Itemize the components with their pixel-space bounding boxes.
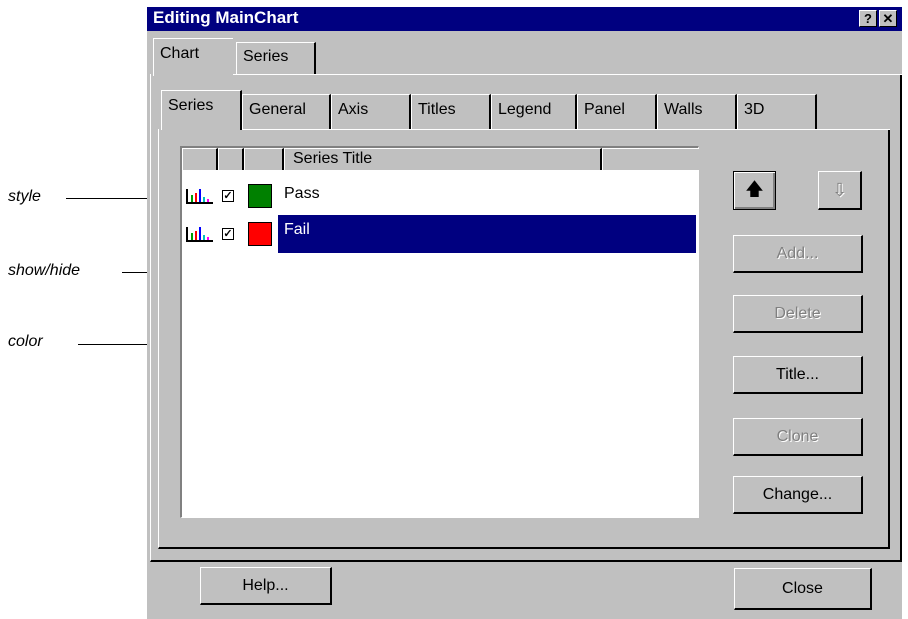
annotation-style: style [8, 188, 41, 205]
tab-series-outer[interactable]: Series [236, 42, 316, 74]
annotation-color: color [8, 333, 43, 350]
color-swatch[interactable] [248, 222, 272, 246]
title-bar: Editing MainChart ? ✕ [147, 7, 902, 31]
series-title: Fail [284, 221, 310, 238]
tab-chart[interactable]: Chart [153, 38, 233, 76]
tab-series[interactable]: Series [161, 90, 242, 130]
header-series-title[interactable]: Series Title [284, 148, 602, 170]
bar-chart-icon[interactable] [185, 225, 215, 243]
header-color [244, 148, 284, 170]
editing-dialog: Editing MainChart ? ✕ Chart Series Serie… [147, 7, 902, 619]
series-tab-panel-topline [242, 129, 890, 130]
tab-axis[interactable]: Axis [331, 94, 411, 130]
move-up-button[interactable]: 🡅 [733, 171, 776, 210]
close-icon[interactable]: ✕ [879, 10, 897, 27]
list-item[interactable]: ✓ Pass [182, 177, 699, 215]
move-down-button[interactable]: ⇩ [818, 171, 862, 210]
show-checkbox[interactable]: ✓ [222, 190, 234, 202]
header-visible [218, 148, 244, 170]
clone-button[interactable]: Clone [733, 418, 863, 456]
chart-tab-panel-topline [233, 74, 902, 75]
close-button[interactable]: Close [734, 568, 872, 610]
annotation-show-hide: show/hide [8, 262, 81, 279]
tab-legend[interactable]: Legend [491, 94, 577, 130]
window-title: Editing MainChart [153, 8, 299, 27]
header-style [182, 148, 218, 170]
header-extra [602, 148, 699, 170]
tab-walls[interactable]: Walls [657, 94, 737, 130]
help-button[interactable]: Help... [200, 567, 332, 605]
bar-chart-icon[interactable] [185, 187, 215, 205]
header-series-title-label: Series Title [293, 150, 373, 167]
tab-general[interactable]: General [242, 94, 331, 130]
add-button[interactable]: Add... [733, 235, 863, 273]
tab-3d[interactable]: 3D [737, 94, 817, 130]
arrow-up-icon: 🡅 [745, 179, 764, 199]
series-title: Pass [284, 185, 320, 202]
help-icon[interactable]: ? [859, 10, 877, 27]
series-list[interactable]: Series Title ✓ Pass ✓ Fail [180, 146, 699, 518]
title-button[interactable]: Title... [733, 356, 863, 394]
delete-button[interactable]: Delete [733, 295, 863, 333]
tab-titles[interactable]: Titles [411, 94, 491, 130]
selected-row-highlight[interactable] [278, 215, 696, 253]
change-button[interactable]: Change... [733, 476, 863, 514]
arrow-down-icon: ⇩ [831, 180, 848, 200]
list-item[interactable]: ✓ Fail [182, 215, 699, 253]
color-swatch[interactable] [248, 184, 272, 208]
show-checkbox[interactable]: ✓ [222, 228, 234, 240]
tab-panel[interactable]: Panel [577, 94, 657, 130]
